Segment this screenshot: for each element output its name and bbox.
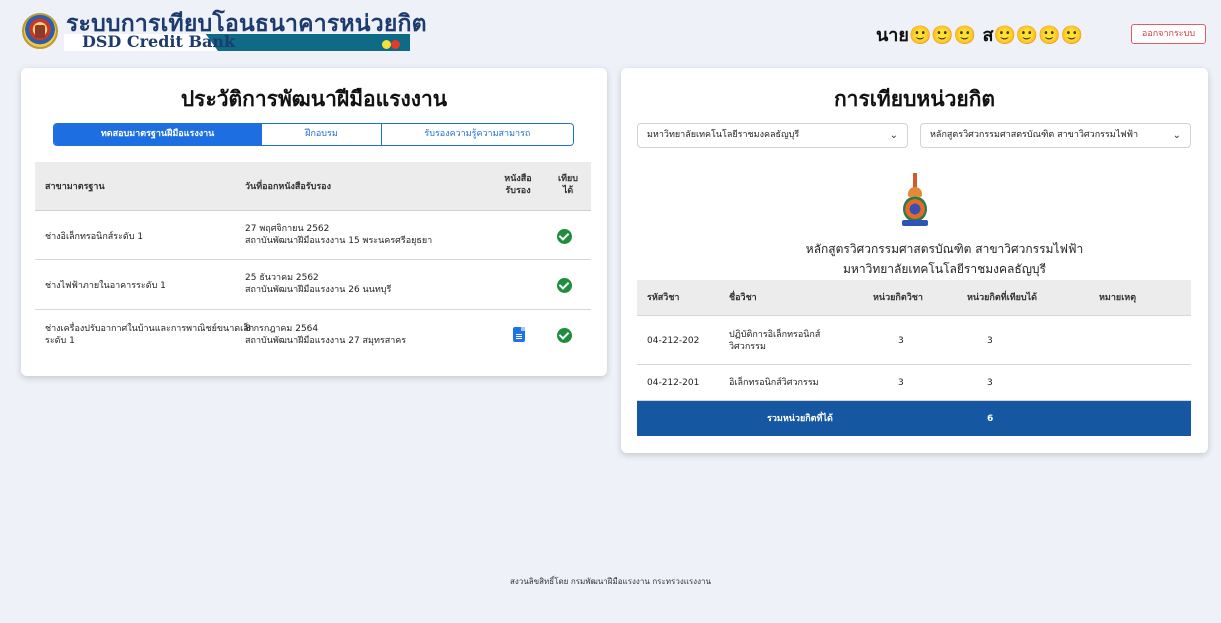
footer-copyright: สงวนลิขสิทธิ์โดย กรมพัฒนาฝีมือแรงงาน กระ…: [510, 577, 711, 586]
col-certificate: หนังสือ รับรอง: [503, 173, 533, 197]
col-credits: หน่วยกิตวิชา: [873, 293, 923, 303]
table-row: ช่างไฟฟ้าภายในอาคารระดับ 1 25 ธันวาคม 25…: [35, 260, 591, 310]
skill-history-card: ประวัติการพัฒนาฝีมือแรงงาน ทดสอบมาตรฐานฝ…: [21, 68, 607, 376]
tab-skill-test[interactable]: ทดสอบมาตรฐานฝีมือแรงงาน: [54, 124, 262, 145]
university-select-value: มหาวิทยาลัยเทคโนโลยีราชมงคลธัญบุรี: [647, 130, 800, 140]
row-standard: ช่างเครื่องปรับอากาศในบ้านและการพาณิชย์ข…: [45, 324, 255, 334]
col-certificate-line2: รับรอง: [505, 186, 531, 196]
row-institute: สถาบันพัฒนาฝีมือแรงงาน 15 พระนครศรีอยุธย…: [245, 236, 433, 246]
total-value: 6: [987, 414, 994, 424]
row-institute: สถาบันพัฒนาฝีมือแรงงาน 26 นนทบุรี: [245, 285, 392, 295]
row-course-name: อิเล็กทรอนิกส์วิศวกรรม: [729, 378, 819, 388]
program-select[interactable]: หลักสูตรวิศวกรรมศาสตรบัณฑิต สาขาวิศวกรรม…: [920, 123, 1191, 148]
logout-button[interactable]: ออกจากระบบ: [1131, 24, 1206, 44]
program-name: หลักสูตรวิศวกรรมศาสตรบัณฑิต สาขาวิศวกรรม…: [805, 242, 1084, 256]
col-course-code: รหัสวิชา: [647, 293, 680, 303]
row-course-name: ปฏิบัติการอิเล็กทรอนิกส์: [729, 330, 821, 340]
col-note: หมายเหตุ: [1099, 293, 1137, 303]
emblem-seal: [903, 196, 927, 222]
check-circle-icon: [557, 328, 572, 343]
col-issue-date: วันที่ออกหนังสือรับรอง: [245, 182, 331, 192]
history-tabs: ทดสอบมาตรฐานฝีมือแรงงาน ฝึกอบรม รับรองคว…: [53, 123, 574, 146]
row-institute: สถาบันพัฒนาฝีมือแรงงาน 27 สมุทรสาคร: [245, 336, 407, 346]
row-transferred: 3: [987, 378, 993, 388]
col-certificate-line1: หนังสือ: [504, 174, 532, 184]
col-course-name: ชื่อวิชา: [729, 293, 757, 303]
table-row: ช่างอิเล็กทรอนิกส์ระดับ 1 27 พฤศจิกายน 2…: [35, 211, 591, 260]
table-row: 04-212-202 ปฏิบัติการอิเล็กทรอนิกส์ วิศว…: [637, 316, 1191, 365]
header: ระบบการเทียบโอนธนาคารหน่วยกิต DSD Credit…: [0, 0, 1221, 62]
chevron-down-icon: ⌄: [1172, 130, 1181, 141]
brand-title-en: DSD Credit Bank: [82, 32, 236, 51]
university-emblem: [902, 173, 928, 229]
col-transferred: หน่วยกิตที่เทียบได้: [967, 293, 1038, 303]
chevron-down-icon: ⌄: [889, 130, 898, 141]
col-transferable-line2: ได้: [562, 186, 574, 196]
tab-training[interactable]: ฝึกอบรม: [261, 124, 381, 145]
tab-certification[interactable]: รับรองความรู้ความสามารถ: [380, 124, 573, 145]
row-credits: 3: [898, 378, 904, 388]
row-date: 8 กรกฎาคม 2564: [245, 324, 319, 334]
brand-dot-yellow: [382, 40, 391, 49]
university-name: มหาวิทยาลัยเทคโนโลยีราชมงคลธัญบุรี: [843, 262, 1046, 276]
credit-transfer-title: การเทียบหน่วยกิต: [833, 87, 996, 111]
row-course-code: 04-212-202: [647, 336, 700, 346]
row-course-code: 04-212-201: [647, 378, 700, 388]
check-circle-icon: [557, 229, 572, 244]
university-select[interactable]: มหาวิทยาลัยเทคโนโลยีราชมงคลธัญบุรี ⌄: [637, 123, 908, 148]
row-date: 27 พฤศจิกายน 2562: [245, 224, 330, 234]
table-header-row: สาขามาตรฐาน วันที่ออกหนังสือรับรอง หนังส…: [35, 162, 591, 211]
table-row: ช่างเครื่องปรับอากาศในบ้านและการพาณิชย์ข…: [35, 310, 591, 360]
col-transferable-line1: เทียบ: [558, 174, 578, 184]
col-transferable: เทียบ ได้: [553, 173, 583, 197]
row-standard: ช่างไฟฟ้าภายในอาคารระดับ 1: [45, 281, 166, 291]
table-row: 04-212-201 อิเล็กทรอนิกส์วิศวกรรม 3 3: [637, 365, 1191, 401]
dsd-seal-logo: [22, 13, 58, 49]
row-date: 25 ธันวาคม 2562: [245, 273, 319, 283]
row-credits: 3: [898, 336, 904, 346]
program-select-value: หลักสูตรวิศวกรรมศาสตรบัณฑิต สาขาวิศวกรรม…: [930, 130, 1139, 140]
total-row: รวมหน่วยกิตที่ได้ 6: [637, 401, 1191, 436]
row-transferred: 3: [987, 336, 993, 346]
row-standard: ช่างอิเล็กทรอนิกส์ระดับ 1: [45, 232, 144, 242]
row-course-name-line2: วิศวกรรม: [729, 342, 766, 352]
brand-logo[interactable]: ระบบการเทียบโอนธนาคารหน่วยกิต DSD Credit…: [64, 10, 427, 52]
skill-history-title: ประวัติการพัฒนาฝีมือแรงงาน: [180, 87, 448, 111]
total-label: รวมหน่วยกิตที่ได้: [767, 414, 833, 424]
table-header-row: รหัสวิชา ชื่อวิชา หน่วยกิตวิชา หน่วยกิตท…: [637, 280, 1191, 316]
col-standard: สาขามาตรฐาน: [45, 182, 105, 192]
row-standard-line2: ระดับ 1: [45, 336, 75, 346]
user-name: นาย🙂🙂🙂 ส🙂🙂🙂🙂: [876, 25, 1084, 46]
document-icon[interactable]: [513, 327, 525, 342]
check-circle-icon: [557, 278, 572, 293]
emblem-ribbon: [902, 220, 928, 226]
brand-dot-red: [391, 40, 400, 49]
credit-transfer-card: การเทียบหน่วยกิต มหาวิทยาลัยเทคโนโลยีราช…: [621, 68, 1208, 453]
